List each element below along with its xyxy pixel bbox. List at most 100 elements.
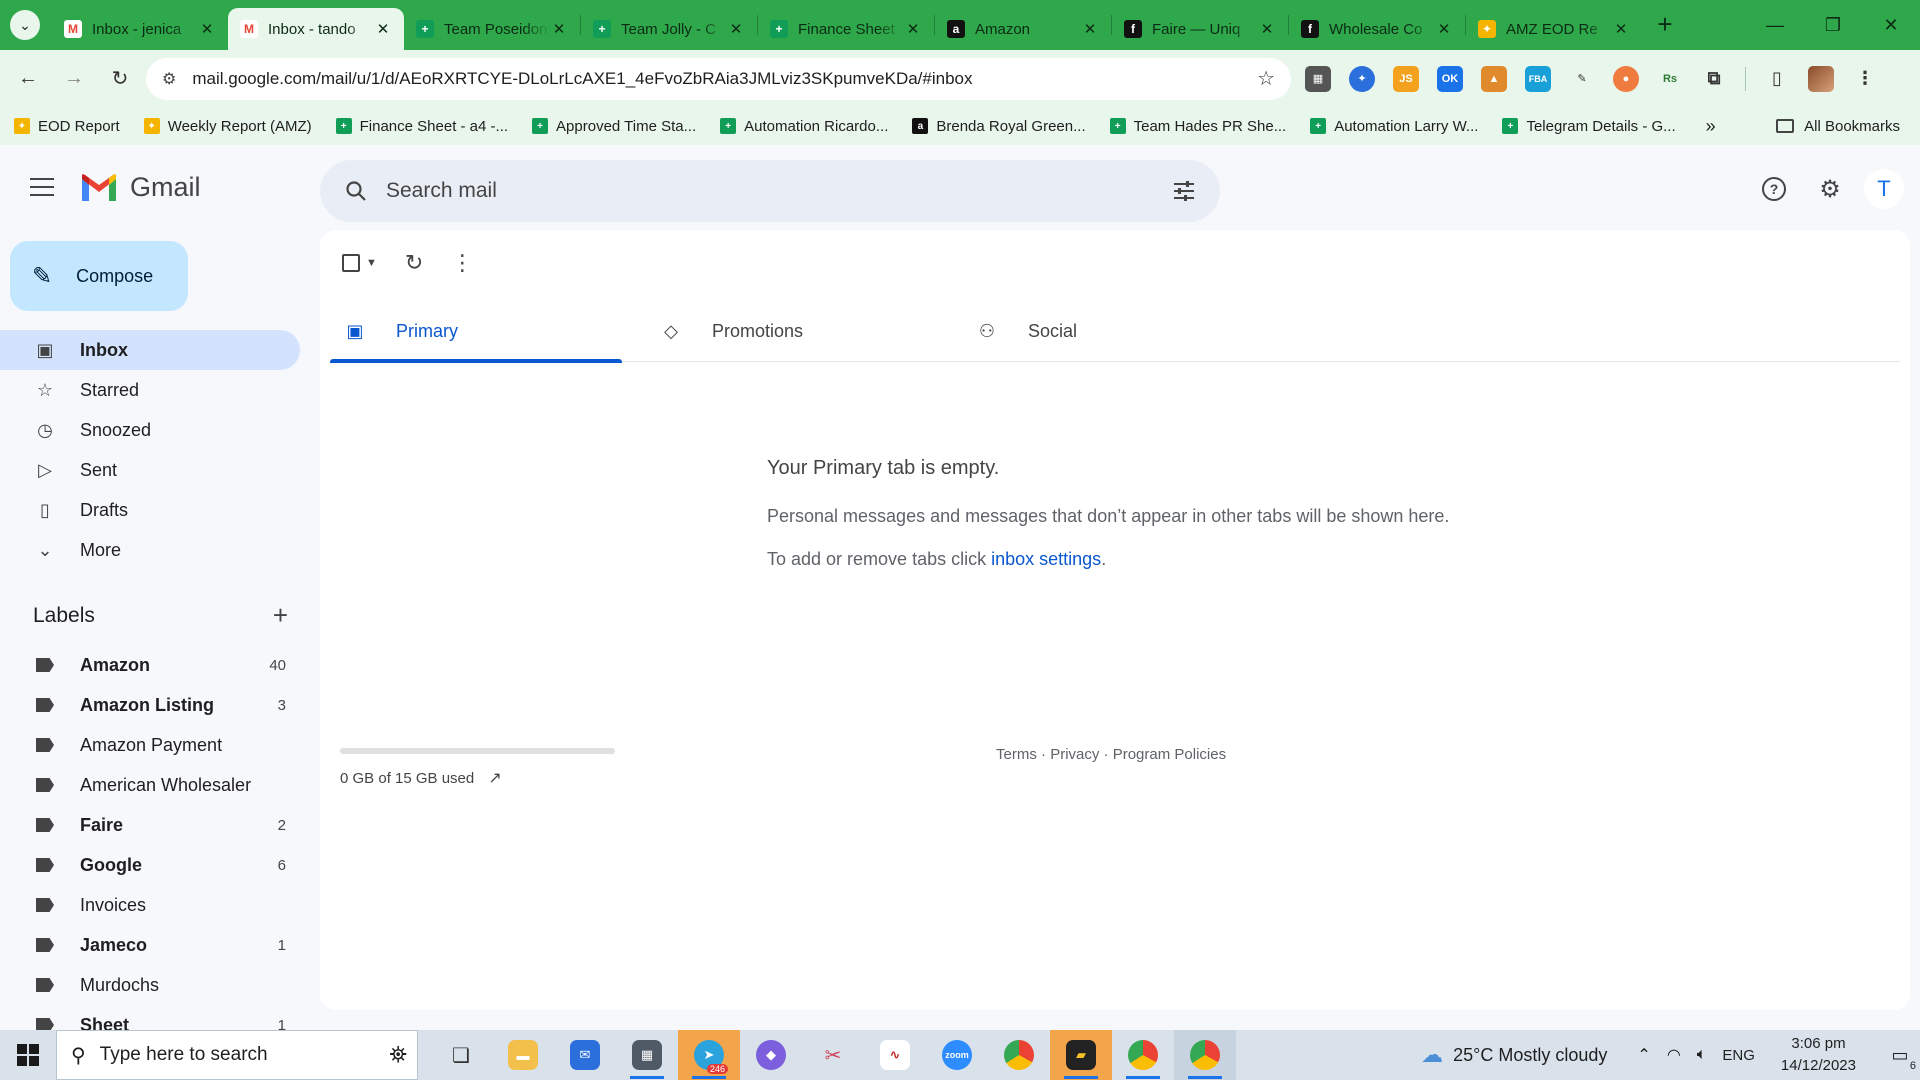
copilot-icon[interactable]: ◆ <box>740 1030 802 1080</box>
language-indicator[interactable]: ENG <box>1722 1047 1755 1064</box>
more-bookmarks-chevron-icon[interactable]: » <box>1706 116 1716 137</box>
close-window-icon[interactable]: ✕ <box>1862 0 1920 50</box>
site-info-icon[interactable]: ⚙ <box>162 69 176 89</box>
open-storage-external-icon[interactable]: ↗ <box>488 768 501 788</box>
bookmark-item[interactable]: ✦ Weekly Report (AMZ) <box>143 118 312 135</box>
activity-app-icon[interactable]: ∿ <box>864 1030 926 1080</box>
label-item[interactable]: Amazon 40 <box>0 645 300 685</box>
side-panel-icon[interactable]: ▯ <box>1764 66 1790 92</box>
bookmark-item[interactable]: + Approved Time Sta... <box>532 118 696 135</box>
start-button[interactable] <box>0 1030 56 1080</box>
help-icon[interactable]: ? <box>1752 167 1796 211</box>
close-tab-icon[interactable]: ✕ <box>374 20 392 38</box>
privacy-link[interactable]: Privacy <box>1050 746 1099 763</box>
volume-icon[interactable]: 🔈︎ <box>1697 1046 1707 1064</box>
browser-tab[interactable]: a Amazon ✕ <box>935 8 1111 50</box>
chrome-icon[interactable] <box>988 1030 1050 1080</box>
new-tab-plus-icon[interactable]: + <box>1650 10 1680 40</box>
taskbar-search-box[interactable]: ⚲ Type here to search ⛯ <box>56 1030 418 1080</box>
bookmark-item[interactable]: + Automation Larry W... <box>1310 118 1478 135</box>
circle-extension-icon[interactable]: ● <box>1613 65 1639 92</box>
search-mail-box[interactable]: Search mail <box>320 160 1220 222</box>
telegram-icon[interactable]: ➤ 246 <box>678 1030 740 1080</box>
all-bookmarks-button[interactable]: All Bookmarks <box>1776 118 1900 135</box>
calculator-icon[interactable]: ▦ <box>616 1030 678 1080</box>
inbox-settings-link[interactable]: inbox settings <box>991 549 1101 569</box>
label-item[interactable]: Amazon Listing 3 <box>0 685 300 725</box>
back-arrow-icon[interactable]: ← <box>10 61 46 97</box>
show-hidden-icons-chevron-icon[interactable]: ⌃ <box>1637 1045 1650 1065</box>
snipping-tool-icon[interactable]: ✂ <box>802 1030 864 1080</box>
close-tab-icon[interactable]: ✕ <box>1435 20 1453 38</box>
mail-app-icon[interactable]: ✉ <box>554 1030 616 1080</box>
tab-social[interactable]: ⚇ Social <box>962 300 1278 362</box>
js-extension-icon[interactable]: JS <box>1393 65 1419 92</box>
bookmark-item[interactable]: a Brenda Royal Green... <box>912 118 1086 135</box>
weather-widget[interactable]: ☁ 25°C Mostly cloudy <box>1421 1042 1607 1068</box>
bookmark-item[interactable]: + Team Hades PR She... <box>1109 118 1286 135</box>
more-actions-vertical-dots-icon[interactable]: ⋮ <box>451 250 473 276</box>
notification-center-icon[interactable]: ▭ 6 <box>1880 1045 1920 1072</box>
terms-link[interactable]: Terms <box>996 746 1037 763</box>
close-tab-icon[interactable]: ✕ <box>198 20 216 38</box>
close-tab-icon[interactable]: ✕ <box>1258 20 1276 38</box>
blue-extension-icon[interactable]: ✦ <box>1349 65 1375 92</box>
bookmark-item[interactable]: ✦ EOD Report <box>14 118 120 135</box>
close-tab-icon[interactable]: ✕ <box>727 20 745 38</box>
browser-tab[interactable]: + Team Poseidon ✕ <box>404 8 580 50</box>
bookmark-item[interactable]: + Telegram Details - G... <box>1502 118 1676 135</box>
forward-arrow-icon[interactable]: → <box>56 61 92 97</box>
search-input[interactable]: Search mail <box>386 179 1172 203</box>
create-label-plus-icon[interactable]: + <box>273 600 288 631</box>
compose-button[interactable]: ✎ Compose <box>10 241 188 311</box>
search-icon[interactable] <box>344 179 368 203</box>
browser-tab[interactable]: M Inbox - tando ✕ <box>228 8 404 50</box>
label-item[interactable]: Jameco 1 <box>0 925 300 965</box>
bookmark-star-icon[interactable]: ☆ <box>1257 66 1275 91</box>
chrome-profile-1-icon[interactable] <box>1112 1030 1174 1080</box>
clock[interactable]: 3:06 pm 14/12/2023 <box>1781 1033 1856 1077</box>
label-item[interactable]: Invoices <box>0 885 300 925</box>
nav-item-drafts[interactable]: ▯ Drafts <box>0 490 300 530</box>
main-menu-hamburger-icon[interactable] <box>30 178 54 196</box>
browser-tab[interactable]: + Team Jolly - C ✕ <box>581 8 757 50</box>
tab-search-chevron-icon[interactable]: ⌄ <box>10 10 40 40</box>
qr-extension-icon[interactable]: ▦ <box>1305 65 1331 92</box>
search-highlight-icon[interactable]: ⛯ <box>389 1042 407 1068</box>
ok-extension-icon[interactable]: OK <box>1437 65 1463 92</box>
close-tab-icon[interactable]: ✕ <box>1081 20 1099 38</box>
task-view-icon[interactable]: ❏ <box>430 1030 492 1080</box>
label-item[interactable]: American Wholesaler <box>0 765 300 805</box>
gmail-logo[interactable]: Gmail <box>80 172 201 203</box>
browser-tab[interactable]: f Wholesale Co ✕ <box>1289 8 1465 50</box>
restore-icon[interactable]: ❐ <box>1804 0 1862 50</box>
tab-primary[interactable]: ▣ Primary <box>330 300 646 363</box>
extensions-puzzle-icon[interactable]: ⧉ <box>1701 66 1727 92</box>
label-item[interactable]: Murdochs <box>0 965 300 1005</box>
taskbar-search-input[interactable]: Type here to search <box>100 1044 390 1066</box>
label-item[interactable]: Amazon Payment <box>0 725 300 765</box>
browser-tab[interactable]: f Faire — Uniq ✕ <box>1112 8 1288 50</box>
browser-tab[interactable]: ✦ AMZ EOD Re ✕ <box>1466 8 1642 50</box>
pen-extension-icon[interactable]: ✎ <box>1569 66 1595 92</box>
settings-gear-icon[interactable]: ⚙ <box>1808 167 1852 211</box>
browser-tab[interactable]: + Finance Sheet ✕ <box>758 8 934 50</box>
fba-extension-icon[interactable]: FBA <box>1525 65 1551 92</box>
file-explorer-icon[interactable]: ▬ <box>492 1030 554 1080</box>
nav-item-inbox[interactable]: ▣ Inbox <box>0 330 300 370</box>
address-bar[interactable]: ⚙ mail.google.com/mail/u/1/d/AEoRXRTCYE-… <box>146 57 1291 100</box>
label-item[interactable]: Google 6 <box>0 845 300 885</box>
program-policies-link[interactable]: Program Policies <box>1113 746 1226 763</box>
select-caret-down-icon[interactable]: ▼ <box>366 257 377 269</box>
refresh-icon[interactable]: ↻ <box>405 250 423 276</box>
chrome-profile-2-icon[interactable] <box>1174 1030 1236 1080</box>
minimize-icon[interactable]: — <box>1746 0 1804 50</box>
zoom-icon[interactable]: zoom <box>926 1030 988 1080</box>
tab-promotions[interactable]: ◇ Promotions <box>646 300 962 362</box>
nav-item-starred[interactable]: ☆ Starred <box>0 370 300 410</box>
account-avatar[interactable]: T <box>1864 169 1904 209</box>
browser-tab[interactable]: M Inbox - jenica ✕ <box>52 8 228 50</box>
chrome-menu-icon[interactable]: ⋮ <box>1852 66 1878 92</box>
close-tab-icon[interactable]: ✕ <box>550 20 568 38</box>
select-all-checkbox[interactable]: ▼ <box>342 254 377 272</box>
